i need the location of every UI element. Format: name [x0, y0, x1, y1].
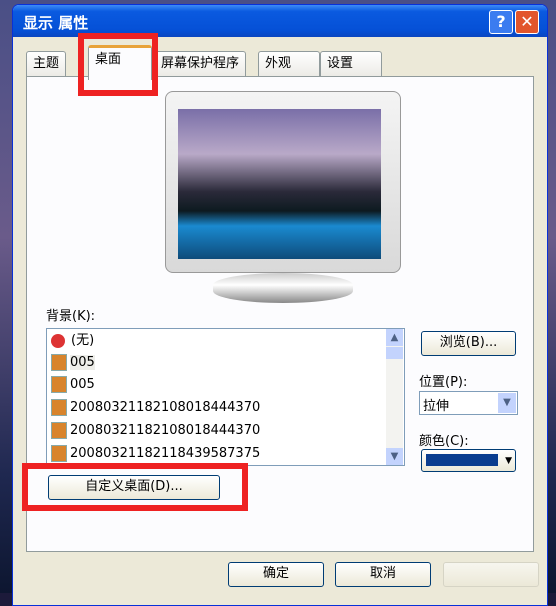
list-item[interactable]: 005: [51, 375, 95, 395]
scroll-thumb[interactable]: [386, 347, 403, 359]
item-label: (无): [71, 333, 95, 348]
window-title: 显示 属性: [23, 14, 89, 32]
position-select[interactable]: 拉伸 ▼: [419, 391, 518, 415]
tab-desktop[interactable]: 桌面: [88, 45, 152, 80]
image-file-icon: [51, 422, 67, 439]
item-label: 20080321182118439587375: [70, 446, 261, 461]
image-file-icon: [51, 445, 67, 462]
tab-settings[interactable]: 设置: [320, 51, 382, 76]
tab-theme[interactable]: 主题: [26, 51, 67, 76]
color-swatch: [426, 454, 498, 466]
close-button[interactable]: ✕: [515, 10, 539, 34]
cancel-button[interactable]: 取消: [335, 562, 431, 587]
none-icon: [51, 333, 65, 348]
image-file-icon: [51, 354, 67, 371]
image-file-icon: [51, 376, 67, 393]
scroll-down-icon[interactable]: ▼: [386, 448, 403, 465]
color-label: 颜色(C):: [419, 434, 469, 449]
item-label: 005: [70, 377, 95, 392]
position-value: 拉伸: [423, 399, 450, 414]
item-label: 20080321182108018444370: [70, 400, 261, 415]
color-picker-button[interactable]: ▼: [421, 449, 516, 472]
help-button[interactable]: ?: [489, 10, 513, 34]
tab-screensaver[interactable]: 屏幕保护程序: [154, 51, 247, 76]
item-label: 20080321182108018444370: [70, 423, 261, 438]
background-label: 背景(K):: [46, 309, 96, 324]
monitor-stand: [213, 273, 353, 303]
background-list[interactable]: (无) 005 005 20080321182108018444370 2008…: [46, 328, 405, 466]
apply-button[interactable]: [443, 562, 539, 587]
list-scrollbar[interactable]: ▲ ▼: [386, 329, 403, 465]
scroll-up-icon[interactable]: ▲: [386, 329, 403, 346]
ok-button[interactable]: 确定: [228, 562, 324, 587]
list-item[interactable]: (无): [51, 331, 94, 351]
wallpaper-preview: [178, 109, 381, 259]
item-label: 005: [70, 355, 95, 370]
list-item[interactable]: 20080321182118439587375: [51, 444, 260, 464]
chevron-down-icon[interactable]: ▼: [498, 393, 516, 413]
highlight-box-customize: [22, 463, 248, 511]
list-item[interactable]: 20080321182108018444370: [51, 421, 260, 441]
position-label: 位置(P):: [419, 375, 468, 390]
dropdown-arrow-icon: ▼: [505, 456, 512, 466]
browse-button[interactable]: 浏览(B)...: [421, 331, 516, 356]
list-item[interactable]: 005: [51, 353, 95, 373]
list-item[interactable]: 20080321182108018444370: [51, 398, 260, 418]
image-file-icon: [51, 399, 67, 416]
tab-appearance[interactable]: 外观: [258, 51, 320, 76]
